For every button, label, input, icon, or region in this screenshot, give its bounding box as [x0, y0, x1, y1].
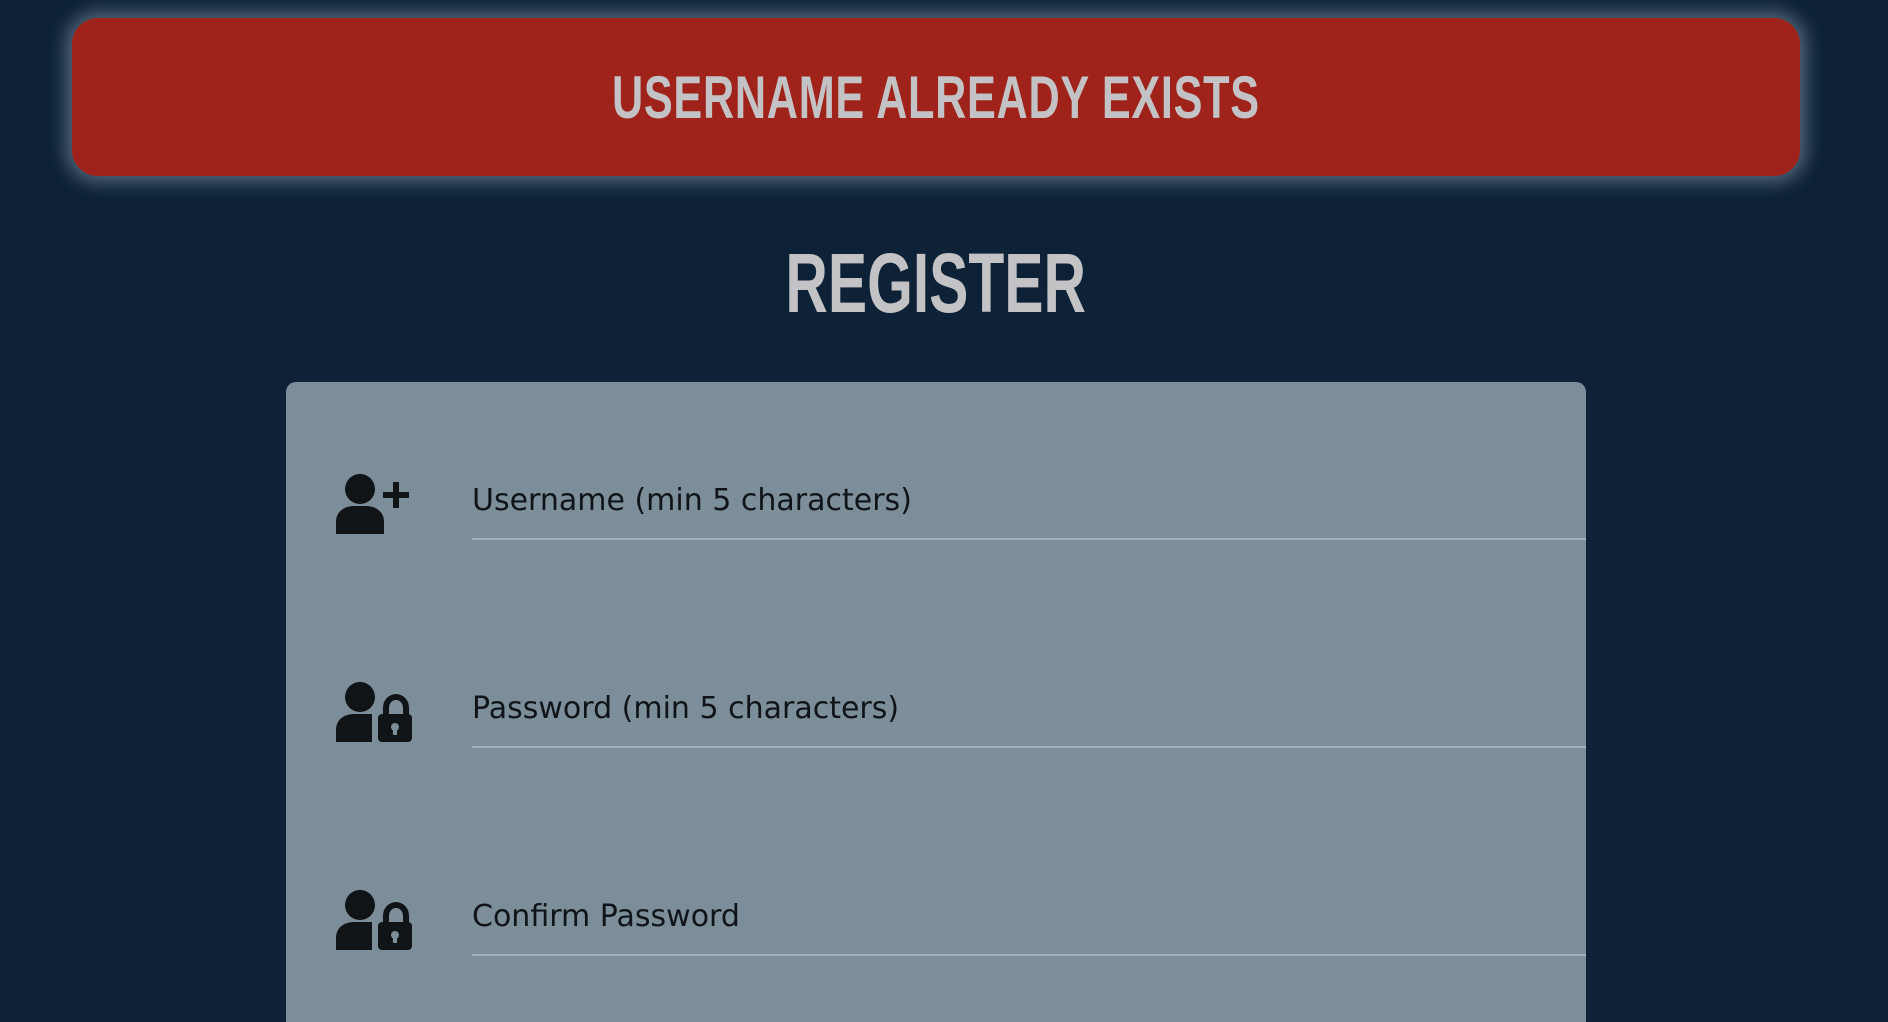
- confirm-password-input-wrapper: [472, 878, 1586, 956]
- username-input[interactable]: [472, 472, 1586, 528]
- user-plus-icon: [334, 472, 412, 536]
- user-lock-icon: [334, 888, 412, 952]
- user-lock-icon: [334, 680, 412, 744]
- confirm-password-input[interactable]: [472, 888, 1586, 944]
- username-field-row: [334, 462, 1586, 542]
- page-title: REGISTER: [0, 228, 1872, 338]
- password-input[interactable]: [472, 680, 1586, 736]
- confirm-password-field-row: [334, 878, 1586, 958]
- password-field-row: [334, 670, 1586, 750]
- error-alert-banner: USERNAME ALREADY EXISTS: [72, 18, 1800, 176]
- password-input-wrapper: [472, 670, 1586, 748]
- username-input-wrapper: [472, 462, 1586, 540]
- register-form: [286, 382, 1586, 1022]
- error-alert-message: USERNAME ALREADY EXISTS: [612, 63, 1260, 131]
- page-title-text: REGISTER: [785, 236, 1087, 330]
